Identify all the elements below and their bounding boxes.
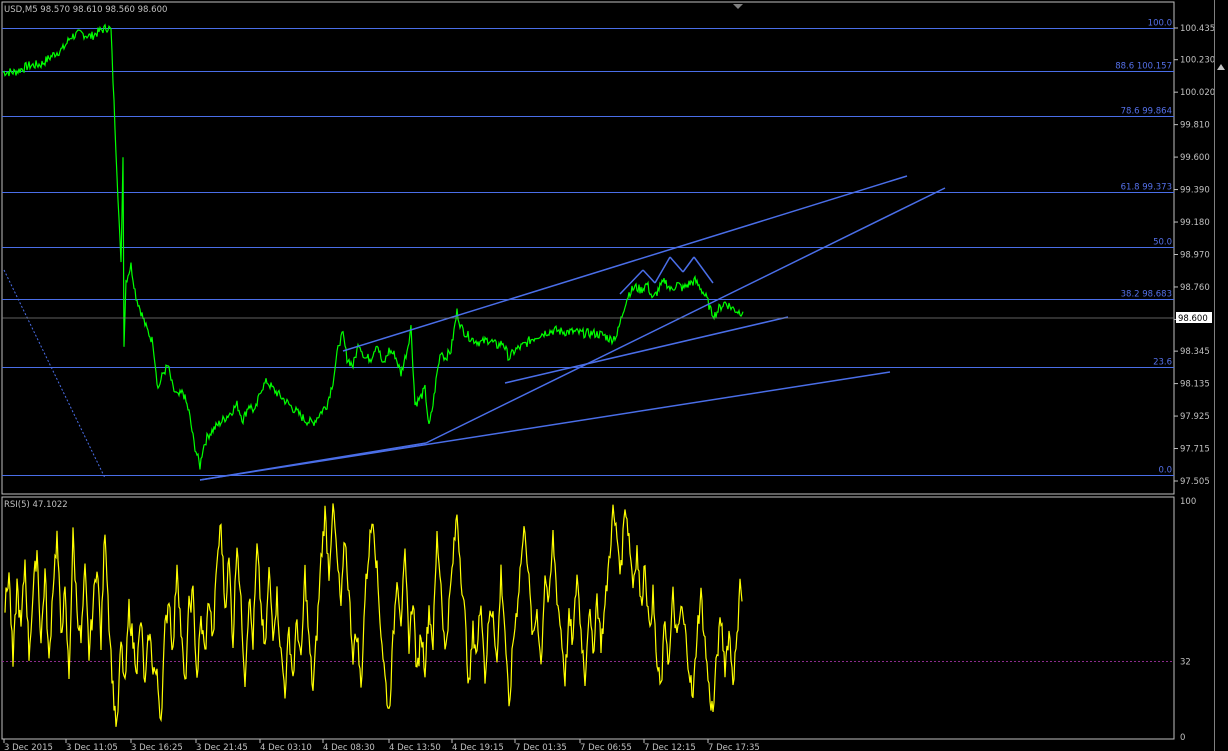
price-tick-label: 99.810	[1180, 121, 1210, 131]
time-tick-label: 7 Dec 17:35	[708, 743, 760, 751]
current-price-label: 98.600	[1178, 314, 1208, 324]
trendline	[693, 256, 714, 284]
trendline	[504, 316, 789, 384]
time-tick-label: 7 Dec 12:15	[644, 743, 696, 751]
fib-level-label: 88.6 100.157	[1115, 62, 1172, 72]
price-tick-label: 100.435	[1180, 24, 1215, 34]
fib-level-label: 78.6 99.864	[1121, 107, 1172, 117]
price-tick-label: 97.505	[1180, 477, 1210, 487]
price-tick-label: 100.230	[1180, 56, 1215, 66]
price-tick-label: 97.925	[1180, 412, 1210, 422]
fib-level-label: 38.2 98.683	[1121, 290, 1172, 300]
time-tick-label: 3 Dec 2015	[4, 743, 53, 751]
time-tick-label: 7 Dec 01:35	[515, 743, 567, 751]
trendline	[199, 442, 427, 481]
time-tick-label: 4 Dec 03:10	[260, 743, 312, 751]
price-tick-label: 98.970	[1180, 251, 1210, 261]
chart-header-text: USD,M5 98.570 98.610 98.560 98.600	[4, 5, 167, 15]
trendline	[654, 256, 671, 284]
trendline	[669, 256, 684, 273]
price-tick-label: 97.715	[1180, 445, 1210, 455]
time-tick-label: 4 Dec 08:30	[323, 743, 375, 751]
time-tick-label: 3 Dec 11:05	[66, 743, 118, 751]
chart-window[interactable]: 100.0 88.6 100.157 78.6 99.864 61.8 99.373 5…	[0, 0, 1228, 751]
fibonacci-levels[interactable]: 100.0 88.6 100.157 78.6 99.864 61.8 99.373 5…	[2, 19, 1174, 476]
price-tick-label: 100.020	[1180, 88, 1215, 98]
rsi-tick-label: 32	[1180, 657, 1191, 667]
rsi-tick-label: 0	[1180, 733, 1185, 743]
price-tick-label: 98.345	[1180, 347, 1210, 357]
current-price-box: 98.600	[1176, 312, 1212, 324]
axis-labels: 100.435 100.230 100.020 99.810 99.600 99.390 9…	[3, 24, 1215, 751]
fib-level-label: 61.8 99.373	[1121, 183, 1172, 193]
trendline-drawings[interactable]	[2, 175, 1174, 481]
trendline	[642, 269, 656, 284]
price-tick-label: 98.135	[1180, 380, 1210, 390]
price-tick-label: 99.600	[1180, 153, 1210, 163]
fib-level-label: 50.0	[1153, 238, 1172, 248]
price-tick-label: 98.760	[1180, 283, 1210, 293]
chart-shift-marker-icon[interactable]	[733, 4, 743, 9]
price-tick-label: 99.390	[1180, 186, 1210, 196]
time-tick-label: 3 Dec 16:25	[131, 743, 183, 751]
fib-level-label: 23.6	[1153, 358, 1172, 368]
time-tick-label: 4 Dec 19:15	[452, 743, 504, 751]
dotted-trendline	[3, 269, 106, 479]
fib-level-label: 0.0	[1158, 466, 1172, 476]
rsi-header-text: RSI(5) 47.1022	[4, 500, 68, 510]
rsi-series	[4, 503, 743, 727]
price-tick-label: 99.180	[1180, 218, 1210, 228]
trendline	[342, 175, 908, 352]
trendline	[682, 256, 695, 273]
time-tick-label: 7 Dec 06:55	[580, 743, 632, 751]
rsi-pane-frame	[1, 496, 1175, 740]
rsi-tick-label: 100	[1180, 497, 1196, 507]
time-tick-label: 3 Dec 21:45	[196, 743, 248, 751]
fib-level-label: 100.0	[1148, 19, 1172, 29]
rsi-line	[2, 503, 1174, 727]
time-tick-label: 4 Dec 13:50	[389, 743, 441, 751]
